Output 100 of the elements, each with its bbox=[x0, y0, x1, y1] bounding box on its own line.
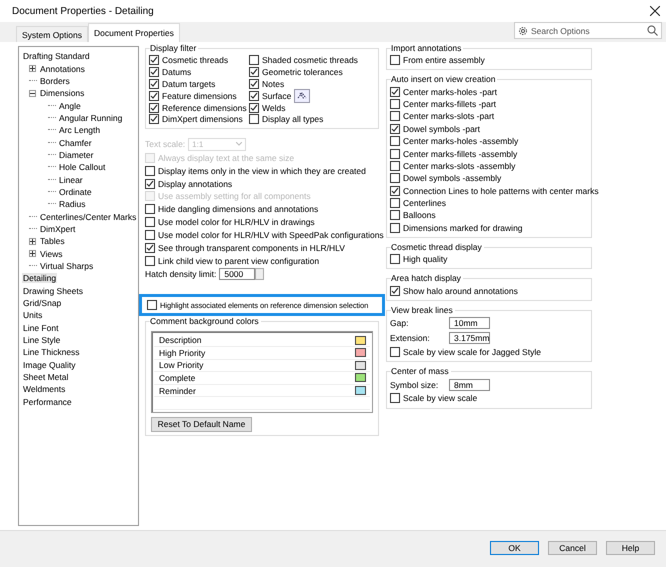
tree-item[interactable]: Performance bbox=[22, 396, 73, 407]
table-cell[interactable]: High Priority bbox=[159, 348, 206, 358]
dialog-button[interactable]: OK bbox=[490, 541, 539, 555]
search-field[interactable]: Search Options bbox=[514, 22, 662, 39]
tree-item[interactable]: Line Thickness bbox=[22, 347, 81, 358]
checkbox[interactable] bbox=[390, 286, 400, 296]
tree-item[interactable]: Annotations bbox=[39, 64, 86, 74]
input-field[interactable]: 8mm bbox=[449, 378, 490, 391]
checkbox[interactable] bbox=[390, 148, 400, 159]
search-icon[interactable] bbox=[647, 25, 658, 36]
checkbox[interactable] bbox=[390, 210, 400, 220]
tree-item[interactable]: DimXpert bbox=[39, 224, 76, 234]
tree-item[interactable]: Image Quality bbox=[22, 360, 76, 370]
input-field[interactable]: 3.175mm bbox=[449, 332, 490, 344]
tree-item[interactable]: Drawing Sheets bbox=[22, 286, 84, 296]
checkbox[interactable] bbox=[390, 124, 400, 134]
checkbox-label: Dowel symbols -part bbox=[403, 124, 480, 134]
checkbox[interactable] bbox=[249, 90, 259, 101]
tree-item[interactable]: Tables bbox=[39, 236, 66, 246]
checkbox[interactable] bbox=[390, 222, 400, 233]
checkbox[interactable] bbox=[390, 198, 400, 208]
tree-item[interactable]: Line Font bbox=[22, 322, 60, 333]
checkbox[interactable] bbox=[390, 160, 400, 171]
checkbox[interactable] bbox=[145, 166, 155, 176]
tree-item[interactable]: Linear bbox=[58, 174, 84, 185]
input-field[interactable]: 10mm bbox=[449, 317, 490, 330]
checkbox[interactable] bbox=[249, 114, 259, 124]
tree-item[interactable]: Borders bbox=[39, 76, 71, 86]
checkbox[interactable] bbox=[249, 54, 259, 65]
checkbox[interactable] bbox=[390, 254, 400, 264]
checkbox[interactable] bbox=[147, 300, 157, 310]
color-swatch[interactable] bbox=[355, 386, 366, 396]
group-title: Auto insert on view creation bbox=[391, 74, 498, 86]
input-field[interactable]: 5000 bbox=[219, 268, 256, 280]
tree-item[interactable]: Angular Running bbox=[58, 112, 124, 123]
checkbox[interactable] bbox=[149, 90, 159, 101]
checkbox[interactable] bbox=[249, 66, 259, 77]
reset-button[interactable]: Reset To Default Name bbox=[151, 416, 252, 432]
search-input[interactable]: Search Options bbox=[531, 26, 644, 36]
tree-item[interactable]: Chamfer bbox=[58, 138, 93, 148]
color-swatch[interactable] bbox=[355, 348, 366, 358]
checkbox[interactable] bbox=[145, 243, 155, 254]
table-cell[interactable]: Description bbox=[159, 335, 202, 346]
table-cell[interactable]: Reminder bbox=[159, 386, 196, 396]
group-title: Comment background colors bbox=[150, 316, 261, 328]
checkbox[interactable] bbox=[249, 78, 259, 89]
tree-item[interactable]: Radius bbox=[58, 199, 86, 210]
checkbox[interactable] bbox=[149, 114, 159, 124]
color-swatch[interactable] bbox=[355, 360, 366, 370]
tree-item[interactable]: Diameter bbox=[58, 150, 94, 160]
checkbox[interactable] bbox=[149, 66, 159, 77]
checkbox[interactable] bbox=[149, 54, 159, 65]
group-title: Center of mass bbox=[391, 366, 451, 378]
checkbox[interactable] bbox=[145, 256, 155, 266]
tree-item[interactable]: Angle bbox=[58, 100, 82, 111]
tree-item[interactable]: Weldments bbox=[22, 384, 66, 394]
checkbox-label: Scale by view scale bbox=[403, 393, 478, 404]
dialog-button[interactable]: Cancel bbox=[548, 541, 597, 555]
color-swatch[interactable] bbox=[355, 336, 366, 345]
checkbox[interactable] bbox=[390, 86, 400, 97]
tab[interactable]: Document Properties bbox=[88, 23, 180, 42]
tree-item[interactable]: Drafting Standard bbox=[22, 51, 91, 62]
checkbox[interactable] bbox=[390, 186, 400, 196]
checkbox[interactable] bbox=[390, 136, 400, 146]
checkbox[interactable] bbox=[149, 102, 159, 112]
expand-icon[interactable] bbox=[29, 238, 36, 245]
checkbox[interactable] bbox=[390, 111, 400, 122]
table-cell[interactable]: Low Priority bbox=[159, 360, 204, 370]
collapse-icon[interactable] bbox=[29, 90, 36, 97]
tree-item[interactable]: Virtual Sharps bbox=[39, 261, 94, 272]
tree-item[interactable]: Centerlines/Center Marks bbox=[39, 212, 138, 222]
tree-item[interactable]: Units bbox=[22, 310, 44, 320]
tab[interactable]: System Options bbox=[16, 26, 88, 42]
table-cell[interactable]: Complete bbox=[159, 372, 196, 383]
tree-item[interactable]: Line Style bbox=[22, 335, 62, 346]
tree-item[interactable]: Detailing bbox=[22, 273, 58, 284]
tree-item[interactable]: Arc Length bbox=[58, 125, 102, 136]
checkbox[interactable] bbox=[390, 347, 400, 358]
checkbox[interactable] bbox=[390, 55, 400, 66]
tree-item[interactable]: Sheet Metal bbox=[22, 372, 70, 382]
checkbox[interactable] bbox=[145, 204, 155, 214]
checkbox[interactable] bbox=[145, 217, 155, 228]
tree-item[interactable]: Grid/Snap bbox=[22, 298, 62, 308]
tree-item[interactable]: Ordinate bbox=[58, 186, 93, 197]
checkbox[interactable] bbox=[390, 173, 400, 184]
close-icon[interactable] bbox=[650, 6, 660, 16]
expand-icon[interactable] bbox=[29, 250, 36, 258]
expand-icon[interactable] bbox=[29, 65, 36, 72]
checkbox[interactable] bbox=[390, 98, 400, 109]
checkbox[interactable] bbox=[145, 178, 155, 189]
tree-item[interactable]: Views bbox=[39, 248, 64, 259]
checkbox[interactable] bbox=[149, 78, 159, 89]
color-swatch[interactable] bbox=[355, 373, 366, 382]
tree-item[interactable]: Hole Callout bbox=[58, 162, 106, 172]
checkbox[interactable] bbox=[390, 393, 400, 404]
checkbox[interactable] bbox=[249, 102, 259, 112]
checkbox-label: DimXpert dimensions bbox=[162, 114, 243, 124]
tree-item[interactable]: Dimensions bbox=[39, 88, 86, 98]
dialog-button[interactable]: Help bbox=[606, 541, 655, 555]
checkbox[interactable] bbox=[145, 230, 155, 240]
